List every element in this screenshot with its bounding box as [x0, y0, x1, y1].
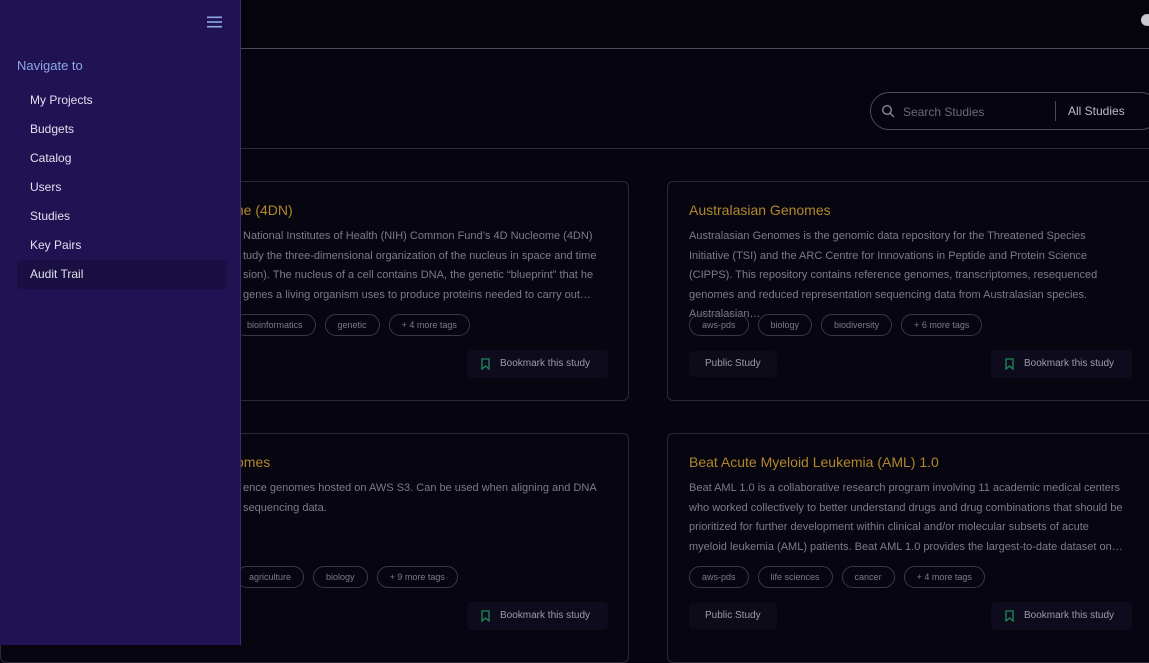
bookmark-label: Bookmark this study [500, 358, 591, 369]
study-description: National Institutes of Health (NIH) Comm… [243, 230, 597, 301]
bookmark-button[interactable]: Bookmark this study [467, 350, 609, 378]
tag[interactable]: bioinformatics [234, 314, 316, 336]
search-icon [881, 104, 895, 118]
bookmark-button[interactable]: Bookmark this study [467, 602, 609, 630]
study-card: Australasian Genomes Australasian Genome… [667, 181, 1149, 401]
nav-list: My Projects Budgets Catalog Users Studie… [17, 86, 227, 289]
study-title[interactable]: Australasian Genomes [689, 202, 831, 218]
tag-list: bioinformatics genetic + 4 more tags [234, 314, 470, 336]
study-description: Beat AML 1.0 is a collaborative research… [689, 482, 1123, 553]
study-title[interactable]: Beat Acute Myeloid Leukemia (AML) 1.0 [689, 454, 939, 470]
public-study-badge: Public Study [689, 603, 777, 629]
public-study-badge: Public Study [689, 351, 777, 377]
user-avatar-icon[interactable] [1141, 14, 1149, 26]
nav-item-catalog[interactable]: Catalog [17, 144, 227, 173]
study-card: Beat Acute Myeloid Leukemia (AML) 1.0 Be… [667, 433, 1149, 663]
tag[interactable]: aws-pds [689, 566, 749, 588]
nav-item-audit-trail[interactable]: Audit Trail [17, 260, 227, 289]
nav-item-users[interactable]: Users [17, 173, 227, 202]
search-box: All Studies [870, 92, 1149, 130]
bookmark-button[interactable]: Bookmark this study [991, 602, 1133, 630]
nav-heading: Navigate to [17, 58, 83, 73]
study-description: ence genomes hosted on AWS S3. Can be us… [243, 482, 597, 514]
nav-item-budgets[interactable]: Budgets [17, 115, 227, 144]
study-filter-select[interactable]: All Studies [1068, 104, 1125, 118]
more-tags[interactable]: + 4 more tags [388, 314, 470, 336]
nav-item-my-projects[interactable]: My Projects [17, 86, 227, 115]
tag[interactable]: cancer [841, 566, 895, 588]
navigation-drawer: Navigate to My Projects Budgets Catalog … [0, 0, 241, 645]
tag[interactable]: aws-pds [689, 314, 749, 336]
study-title[interactable]: omes [236, 454, 270, 470]
tag[interactable]: biology [313, 566, 368, 588]
tag-list: aws-pds biology biodiversity + 6 more ta… [689, 314, 983, 336]
bookmark-label: Bookmark this study [1024, 358, 1115, 369]
bookmark-button[interactable]: Bookmark this study [991, 350, 1133, 378]
tag[interactable]: agriculture [236, 566, 305, 588]
study-description: Australasian Genomes is the genomic data… [689, 230, 1098, 320]
more-tags[interactable]: + 9 more tags [376, 566, 458, 588]
more-tags[interactable]: + 4 more tags [903, 566, 985, 588]
tag[interactable]: life sciences [757, 566, 833, 588]
nav-item-studies[interactable]: Studies [17, 202, 227, 231]
bookmark-label: Bookmark this study [500, 610, 591, 621]
bookmark-icon [1005, 610, 1014, 622]
search-divider [1055, 101, 1056, 121]
tag[interactable]: biology [757, 314, 813, 336]
study-title[interactable]: me (4DN) [232, 202, 293, 218]
more-tags[interactable]: + 6 more tags [901, 314, 983, 336]
tag-list: agriculture biology + 9 more tags [236, 566, 458, 588]
bookmark-label: Bookmark this study [1024, 610, 1115, 621]
bookmark-icon [481, 610, 490, 622]
bookmark-icon [1005, 358, 1014, 370]
hamburger-menu-icon[interactable] [207, 16, 222, 28]
tag[interactable]: biodiversity [821, 314, 893, 336]
tag[interactable]: genetic [324, 314, 380, 336]
nav-item-key-pairs[interactable]: Key Pairs [17, 231, 227, 260]
bookmark-icon [481, 358, 490, 370]
tag-list: aws-pds life sciences cancer + 4 more ta… [689, 566, 985, 588]
search-input[interactable] [901, 102, 1055, 122]
